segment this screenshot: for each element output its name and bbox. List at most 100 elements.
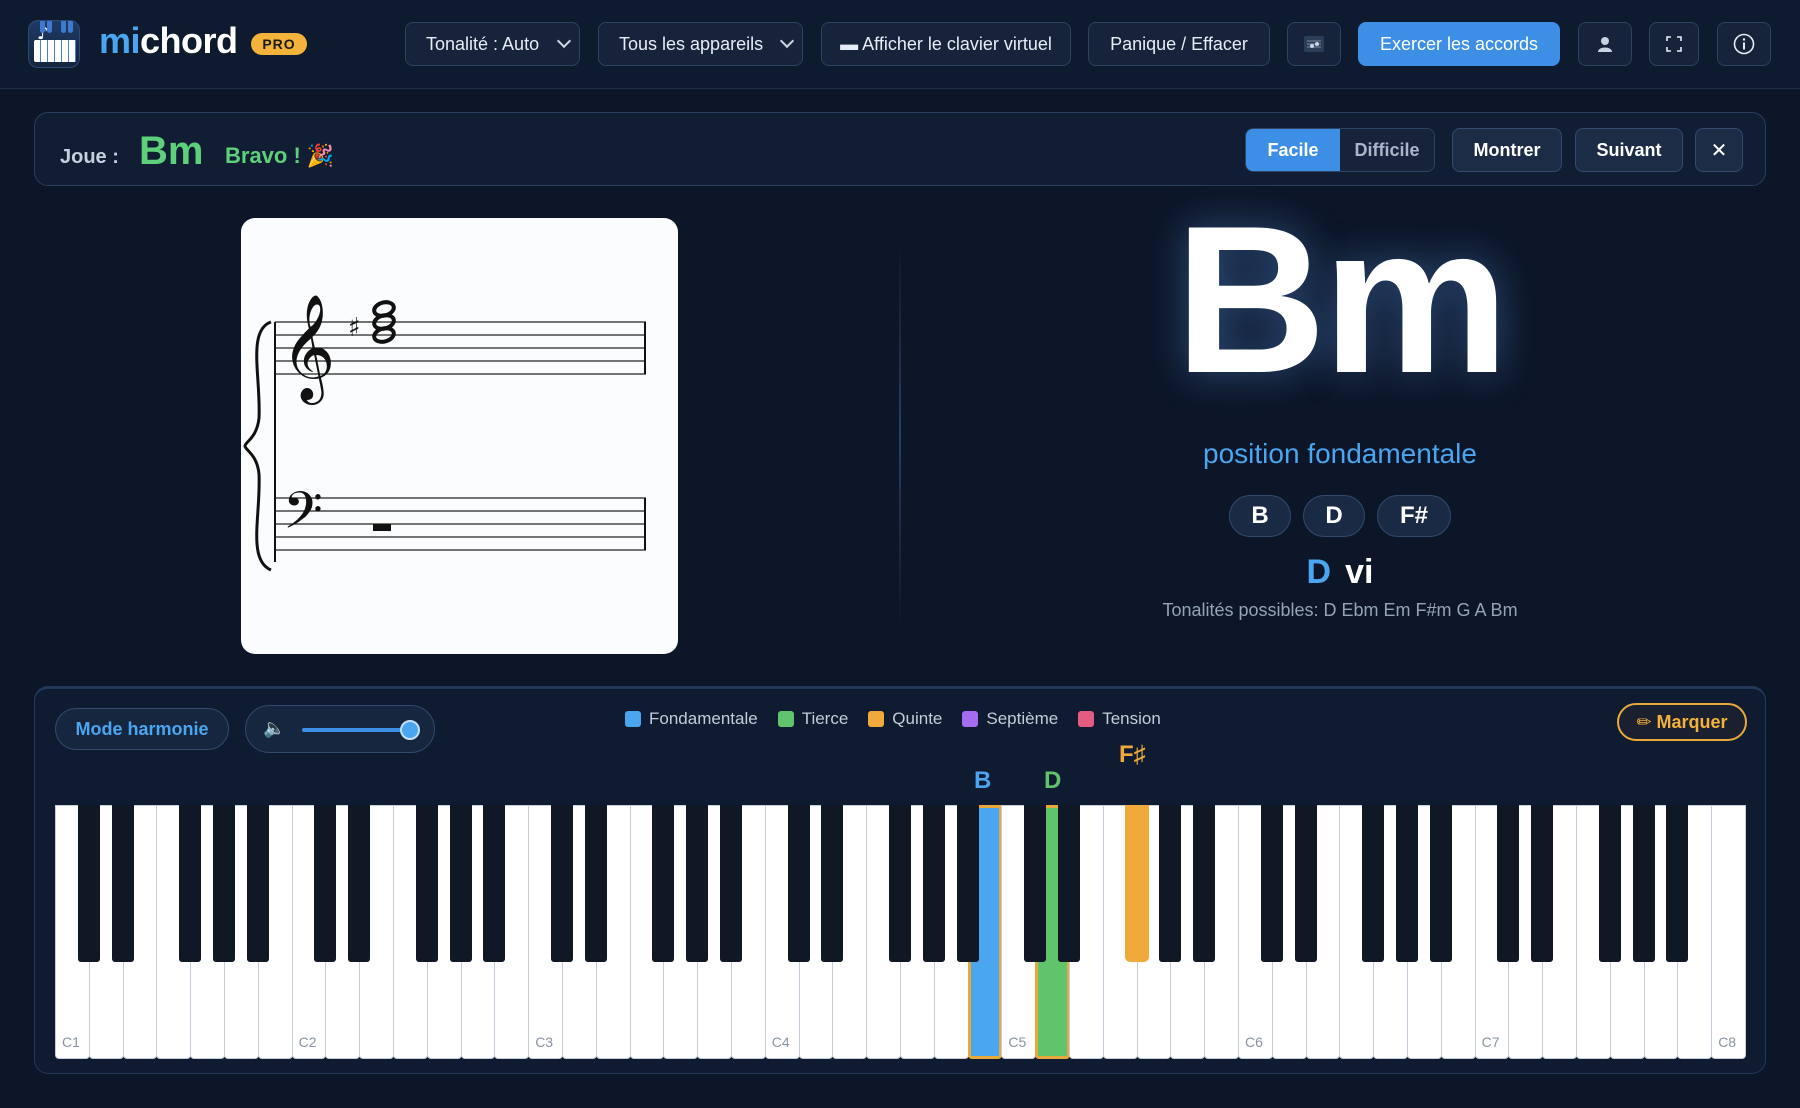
account-button[interactable] [1578, 22, 1632, 66]
piano-black-key[interactable] [111, 805, 134, 962]
octave-label: C2 [298, 1034, 317, 1050]
piano-black-key[interactable] [551, 805, 573, 962]
legend-swatch [962, 711, 979, 727]
piano-black-key[interactable] [720, 805, 742, 962]
practice-chords-button[interactable]: Exercer les accords [1358, 22, 1560, 66]
piano-black-key[interactable] [1159, 805, 1182, 962]
app-name: michord [99, 20, 238, 61]
chord-name: Bm [1174, 182, 1509, 417]
vertical-divider [899, 240, 901, 630]
device-select[interactable]: Tous les appareils [598, 22, 803, 66]
octave-label: C3 [535, 1034, 554, 1050]
piano-black-key[interactable] [1260, 805, 1283, 962]
legend-item-third: Tierce [777, 709, 848, 729]
legend-swatch [1078, 711, 1095, 727]
virtual-keyboard-button[interactable]: ▬ Afficher le clavier virtuel [821, 22, 1071, 66]
difficulty-toggle: Facile Difficile [1245, 128, 1435, 172]
octave-label: C4 [771, 1034, 790, 1050]
next-button[interactable]: Suivant [1575, 128, 1683, 172]
piano-black-key[interactable] [1124, 805, 1149, 962]
piano-black-key[interactable] [449, 805, 472, 962]
svg-text:♯: ♯ [348, 313, 361, 343]
piano-black-key[interactable] [77, 805, 100, 962]
note-legend: Fondamentale Tierce Quinte Septième Tens… [625, 709, 1161, 729]
volume-slider-track[interactable] [302, 728, 402, 732]
octave-label: C8 [1718, 1034, 1737, 1050]
mark-button[interactable]: ✏ Marquer [1617, 703, 1747, 741]
piano-panel: Mode harmonie 🔈 Fondamentale Tierce Quin… [34, 686, 1766, 1074]
piano-black-key[interactable] [1362, 805, 1385, 962]
chord-inversion: position fondamentale [1203, 438, 1477, 469]
piano-black-key[interactable] [314, 805, 337, 962]
piano-black-key[interactable] [415, 805, 438, 962]
piano-black-key[interactable] [922, 805, 945, 962]
piano-black-key[interactable] [179, 805, 202, 962]
chevron-down-icon [779, 33, 795, 49]
piano-white-key[interactable]: C8 [1711, 805, 1746, 1059]
bass-clef-icon: 𝄢 [283, 480, 323, 553]
info-button[interactable] [1717, 22, 1771, 66]
piano-black-key[interactable] [1598, 805, 1621, 962]
chord-note-pill: D [1303, 495, 1365, 537]
legend-swatch [868, 711, 885, 727]
note-label-d: D [1044, 767, 1062, 794]
legend-swatch [777, 711, 794, 727]
key-degree: Dvi [1306, 553, 1374, 591]
piano-black-key[interactable] [1058, 805, 1080, 962]
piano-black-key[interactable] [1024, 805, 1047, 962]
piano-black-key[interactable] [348, 805, 371, 962]
pro-badge: PRO [251, 33, 307, 55]
octave-label: C5 [1008, 1034, 1027, 1050]
piano-black-key[interactable] [889, 805, 911, 962]
legend-item-tension: Tension [1078, 709, 1161, 729]
piano-black-key[interactable] [652, 805, 675, 962]
chord-note-pill: F# [1377, 495, 1451, 537]
piano-black-key[interactable] [1666, 805, 1689, 962]
app-logo-icon: ♪ [28, 20, 80, 68]
piano-black-key[interactable] [1193, 805, 1216, 962]
key-select[interactable]: Tonalité : Auto [405, 22, 580, 66]
sheet-music-button[interactable] [1287, 22, 1341, 66]
piano-black-key[interactable] [1497, 805, 1520, 962]
close-exercise-button[interactable]: ✕ [1695, 128, 1743, 172]
octave-label: C1 [62, 1034, 80, 1050]
show-button[interactable]: Montrer [1452, 128, 1562, 172]
panic-button[interactable]: Panique / Effacer [1088, 22, 1270, 66]
legend-swatch [625, 711, 641, 727]
piano-black-key[interactable] [1294, 805, 1317, 962]
piano-black-key[interactable] [483, 805, 506, 962]
difficulty-easy[interactable]: Facile [1246, 129, 1340, 171]
feedback-text: Bravo ! 🎉 [225, 143, 335, 168]
piano-black-key[interactable] [787, 805, 810, 962]
target-chord: Bm [139, 129, 204, 173]
piano-black-key[interactable] [584, 805, 607, 962]
harmony-mode-button[interactable]: Mode harmonie [55, 708, 229, 750]
piano-black-key[interactable] [686, 805, 709, 962]
piano-black-key[interactable] [1396, 805, 1418, 962]
piano-black-key[interactable] [821, 805, 844, 962]
octave-label: C6 [1245, 1034, 1263, 1050]
piano-black-key[interactable] [213, 805, 235, 962]
chord-note-pill: B [1229, 495, 1291, 537]
fullscreen-button[interactable] [1649, 22, 1699, 66]
note-label-f-sharp: F♯ [1119, 741, 1146, 768]
play-label: Joue : [60, 146, 119, 168]
user-icon [1598, 37, 1612, 52]
volume-control: 🔈 [245, 705, 435, 753]
piano-black-key[interactable] [1632, 805, 1655, 962]
legend-item-seventh: Septième [962, 709, 1058, 729]
piano-black-key[interactable] [956, 805, 979, 962]
piano-black-key[interactable] [1429, 805, 1452, 962]
difficulty-hard[interactable]: Difficile [1340, 129, 1434, 171]
piano-black-key[interactable] [246, 805, 269, 962]
info-icon [1733, 33, 1755, 55]
legend-item-fifth: Quinte [868, 709, 942, 729]
legend-item-root: Fondamentale [625, 709, 758, 729]
chevron-down-icon [556, 33, 572, 49]
volume-slider-handle[interactable] [400, 720, 420, 740]
note-label-b: B [974, 767, 992, 794]
fullscreen-icon [1666, 36, 1682, 52]
speaker-icon: 🔈 [263, 718, 286, 739]
piano-keyboard: C1 C2 C3 C4 C5 C6 C7 C8 [55, 805, 1746, 1059]
piano-black-key[interactable] [1531, 805, 1554, 962]
